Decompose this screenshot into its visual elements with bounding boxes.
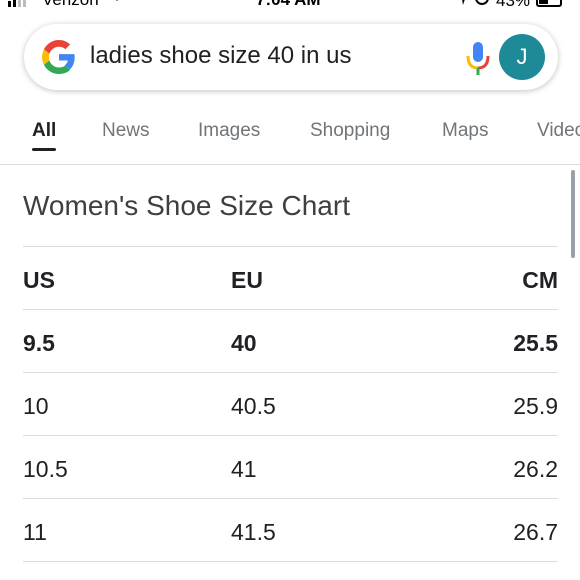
- tab-videos[interactable]: Videos: [537, 120, 580, 142]
- location-icon: [456, 0, 468, 11]
- tab-shopping[interactable]: Shopping: [310, 120, 390, 142]
- size-chart-title: Women's Shoe Size Chart: [23, 190, 350, 221]
- cell-us: 9.5: [23, 330, 55, 356]
- tab-news[interactable]: News: [102, 120, 150, 142]
- cell-cm: 26.2: [513, 456, 558, 482]
- cell-us: 10.5: [23, 456, 68, 482]
- google-logo-icon[interactable]: [42, 40, 76, 74]
- table-row: 11 41.5 26.7: [23, 499, 558, 561]
- tab-maps[interactable]: Maps: [442, 120, 488, 142]
- cell-cm: 25.5: [513, 330, 558, 356]
- column-header-cm: CM: [522, 267, 558, 293]
- scrollbar[interactable]: [571, 170, 575, 258]
- clock-time: 7:04 AM: [256, 0, 321, 10]
- carrier-label: Verizon: [42, 0, 99, 10]
- size-table: US EU CM 9.5 40 25.5 10 40.5 25.9 10.5 4…: [23, 246, 558, 562]
- search-bar[interactable]: ladies shoe size 40 in us J: [24, 24, 558, 90]
- cell-us: 11: [23, 519, 47, 545]
- tab-images[interactable]: Images: [198, 120, 260, 142]
- cell-cm: 26.7: [513, 519, 558, 545]
- status-bar: Verizon 7:04 AM 43%: [0, 0, 580, 12]
- battery-percent: 43%: [496, 0, 531, 10]
- account-avatar[interactable]: J: [499, 34, 545, 80]
- search-input[interactable]: ladies shoe size 40 in us: [90, 42, 352, 70]
- signal-icon: [8, 0, 26, 7]
- tab-all[interactable]: All: [32, 120, 56, 142]
- wifi-icon: [108, 0, 126, 7]
- cell-us: 10: [23, 393, 49, 419]
- table-row: 10 40.5 25.9: [23, 373, 558, 435]
- table-divider: [23, 561, 558, 562]
- active-tab-indicator: [32, 148, 56, 151]
- column-header-us: US: [23, 267, 55, 293]
- table-header-row: US EU CM: [23, 247, 558, 309]
- table-row: 9.5 40 25.5: [23, 310, 558, 372]
- microphone-icon[interactable]: [464, 40, 492, 76]
- cell-cm: 25.9: [513, 393, 558, 419]
- cell-eu: 40: [231, 330, 257, 356]
- battery-icon: [536, 0, 563, 7]
- table-row: 10.5 41 26.2: [23, 436, 558, 498]
- cell-eu: 40.5: [231, 393, 276, 419]
- cell-eu: 41.5: [231, 519, 276, 545]
- cell-eu: 41: [231, 456, 257, 482]
- rotation-lock-icon: [474, 0, 490, 11]
- column-header-eu: EU: [231, 267, 263, 293]
- search-tabs: All News Images Shopping Maps Videos: [0, 112, 580, 164]
